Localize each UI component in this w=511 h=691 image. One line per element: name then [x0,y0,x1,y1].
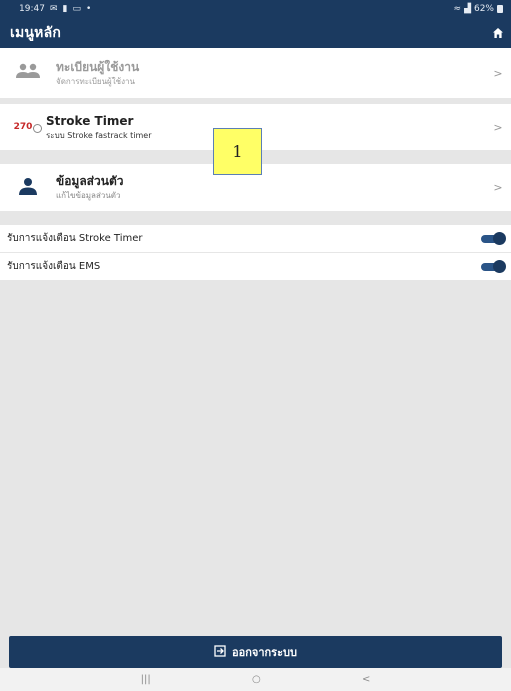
ems-notification-toggle[interactable] [481,259,506,273]
logout-icon [214,644,226,660]
menu-item-subtitle: แก้ไขข้อมูลส่วนตัว [56,191,121,200]
menu-item-label: ข้อมูลส่วนตัว [56,174,124,188]
logout-button[interactable]: ออกจากระบบ [9,636,502,668]
toggle-row-ems: รับการแจ้งเตือน EMS [0,253,511,280]
back-button[interactable]: < [362,674,370,685]
stroke-timer-notification-toggle[interactable] [481,231,506,245]
battery-icon [497,5,503,13]
page-title: เมนูหลัก [10,25,62,41]
menu-item-user-registry[interactable]: ทะเบียนผู้ใช้งาน จัดการทะเบียนผู้ใช้งาน … [0,48,511,98]
status-bar: 19:47 ✉ ▮ ▭ • ≈ ▟ 62% [0,0,511,18]
chevron-right-icon: > [493,181,503,194]
toggle-label: รับการแจ้งเตือน Stroke Timer [7,233,143,244]
toggle-row-stroke-timer: รับการแจ้งเตือน Stroke Timer [0,225,511,252]
recent-apps-button[interactable]: ||| [141,674,151,685]
home-icon[interactable] [491,26,505,40]
dot-icon: • [85,3,92,14]
toggle-label: รับการแจ้งเตือน EMS [7,261,101,272]
people-icon [15,63,41,83]
system-nav-bar: ||| ○ < [0,668,511,691]
stroke-timer-logo: 270 [14,122,43,133]
home-button[interactable]: ○ [252,674,261,685]
chevron-right-icon: > [493,66,503,80]
image-icon: ▭ [72,3,81,14]
menu-item-subtitle: ระบบ Stroke fastrack timer [46,130,152,140]
annotation-callout: 1 [213,128,262,175]
menu-item-label: ทะเบียนผู้ใช้งาน [56,59,140,74]
menu-item-subtitle: จัดการทะเบียนผู้ใช้งาน [56,76,135,86]
signal-icon: ▟ [464,3,471,14]
chevron-right-icon: > [493,120,503,134]
person-icon [18,177,38,199]
person-icon: ▮ [62,3,68,14]
wifi-icon: ≈ [453,3,462,14]
menu-item-label: Stroke Timer [46,113,134,128]
status-time: 19:47 [19,4,45,14]
app-bar: เมนูหลัก [0,18,511,48]
logout-label: ออกจากระบบ [232,646,297,659]
battery-percent: 62% [473,4,494,14]
mail-icon: ✉ [49,3,58,14]
